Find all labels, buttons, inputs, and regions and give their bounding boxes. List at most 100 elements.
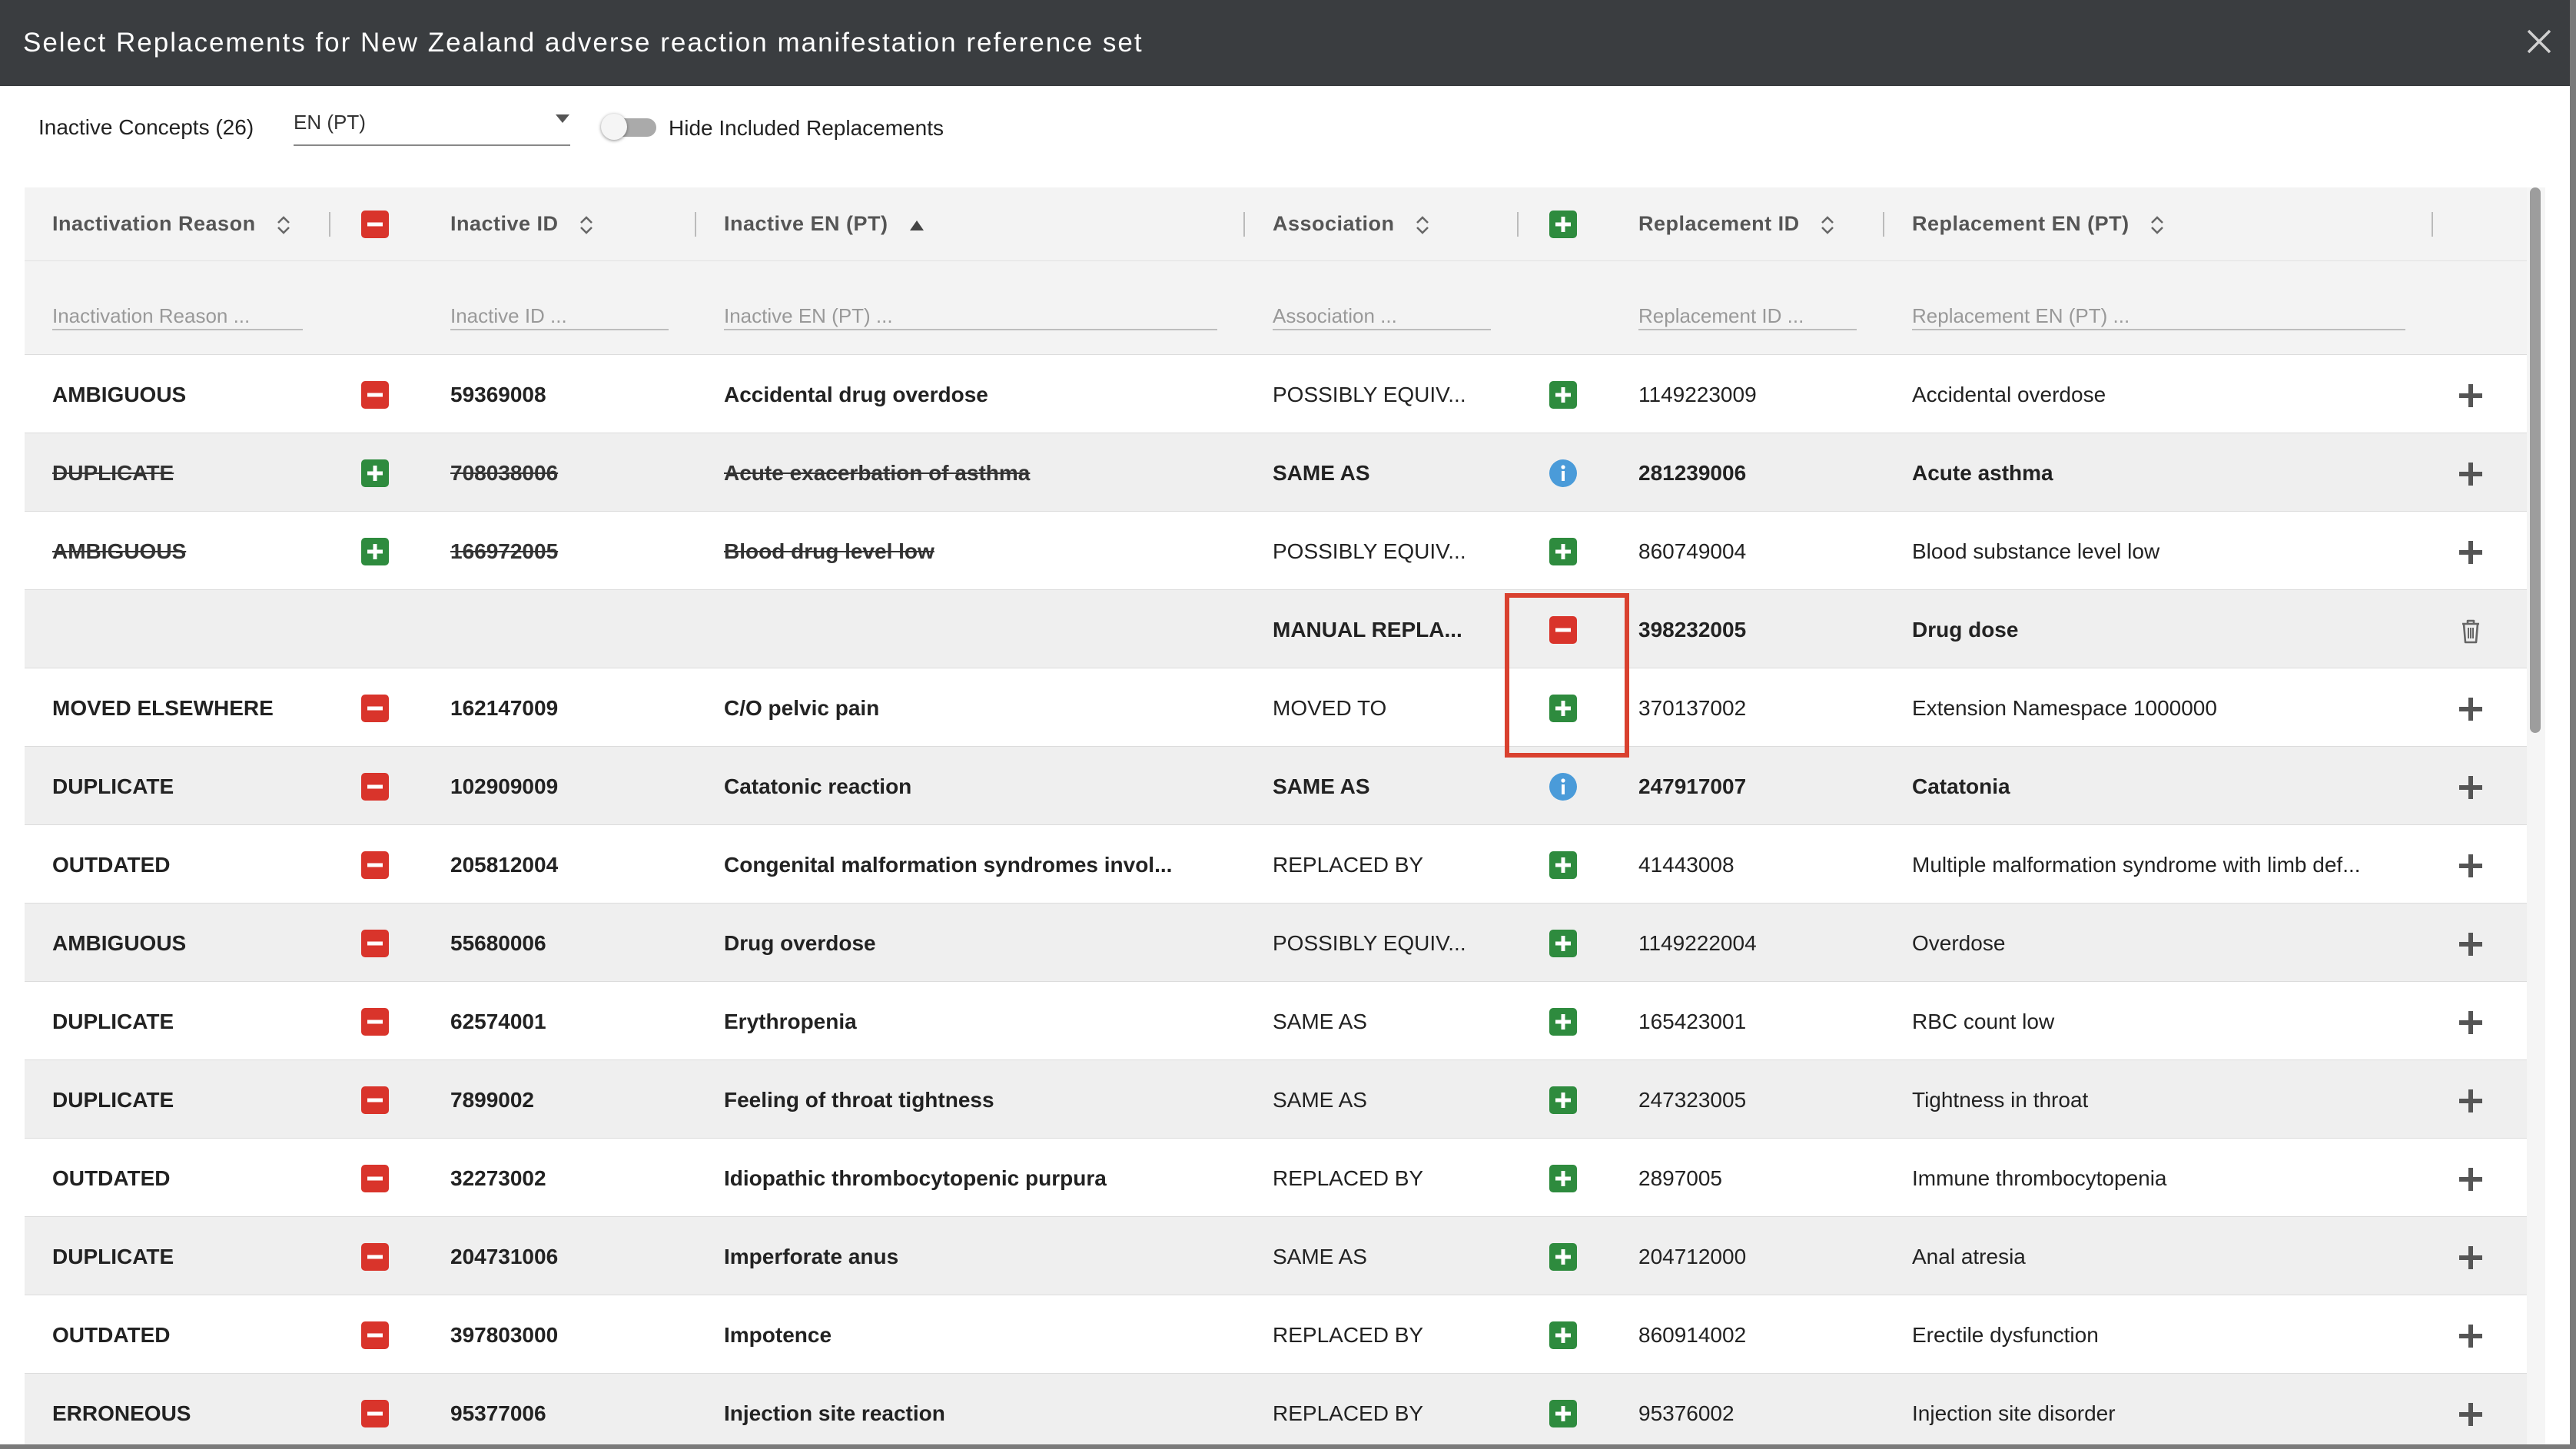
remove-icon[interactable] — [361, 1008, 389, 1036]
table-row[interactable]: MOVED ELSEWHERE 162147009 C/O pelvic pain M… — [25, 668, 2527, 747]
remove-icon[interactable] — [361, 773, 389, 801]
col-association-label: Association — [1273, 212, 1395, 235]
close-icon[interactable] — [2522, 25, 2556, 58]
inactive-id-cell: 32273002 — [450, 1166, 546, 1190]
inactive-en-cell: Feeling of throat tightness — [724, 1088, 994, 1112]
hide-included-label: Hide Included Replacements — [669, 116, 944, 140]
col-inactive-id[interactable]: Inactive ID — [450, 212, 594, 236]
filter-association[interactable] — [1273, 303, 1491, 330]
inactive-id-cell: 204731006 — [450, 1245, 559, 1268]
table-row[interactable]: MANUAL REPLA... 398232005 Drug dose — [25, 590, 2527, 668]
add-replacement-icon[interactable] — [2456, 851, 2485, 880]
trash-icon[interactable] — [2456, 616, 2485, 645]
add-replacement-icon[interactable] — [2456, 773, 2485, 802]
info-icon[interactable] — [1549, 773, 1577, 801]
col-association[interactable]: Association — [1273, 212, 1430, 236]
add-replacement-icon[interactable] — [2456, 381, 2485, 410]
inactive-id-cell: 205812004 — [450, 853, 559, 877]
inactive-id-cell: 95377006 — [450, 1401, 546, 1425]
remove-icon[interactable] — [361, 1400, 389, 1427]
filter-inactive-en[interactable] — [724, 303, 1217, 330]
include-replacement-icon[interactable] — [1549, 695, 1577, 722]
table-row[interactable]: AMBIGUOUS 55680006 Drug overdose POSSIBLY E… — [25, 904, 2527, 982]
include-replacement-icon[interactable] — [1549, 1243, 1577, 1271]
add-replacement-icon[interactable] — [2456, 1400, 2485, 1429]
association-cell: REPLACED BY — [1273, 1166, 1424, 1190]
remove-icon[interactable] — [361, 930, 389, 957]
remove-icon[interactable] — [361, 381, 389, 409]
add-icon[interactable] — [361, 459, 389, 487]
info-icon[interactable] — [1549, 459, 1577, 487]
table-row[interactable]: ERRONEOUS 95377006 Injection site reaction… — [25, 1374, 2527, 1444]
col-replacement-en[interactable]: Replacement EN (PT) — [1912, 212, 2165, 236]
remove-icon[interactable] — [361, 851, 389, 879]
caret-down-icon — [556, 114, 569, 123]
include-replacement-icon[interactable] — [1549, 1086, 1577, 1114]
include-replacement-icon[interactable] — [1549, 1400, 1577, 1427]
add-icon[interactable] — [361, 538, 389, 565]
table-row[interactable]: AMBIGUOUS 59369008 Accidental drug overdos… — [25, 355, 2527, 433]
add-replacement-icon[interactable] — [2456, 538, 2485, 567]
hide-included-toggle[interactable] — [601, 114, 656, 140]
include-replacement-icon[interactable] — [1549, 851, 1577, 879]
add-replacement-icon[interactable] — [2456, 695, 2485, 724]
replacements-dialog: Select Replacements for New Zealand adve… — [0, 0, 2570, 1444]
table-body: AMBIGUOUS 59369008 Accidental drug overdos… — [25, 355, 2527, 1444]
col-inactivation-reason[interactable]: Inactivation Reason — [52, 212, 291, 236]
remove-icon[interactable] — [361, 1321, 389, 1349]
include-replacement-icon[interactable] — [1549, 381, 1577, 409]
table-row[interactable]: OUTDATED 205812004 Congenital malformation… — [25, 825, 2527, 904]
filter-inactive-id[interactable] — [450, 303, 669, 330]
remove-icon[interactable] — [361, 1165, 389, 1192]
table-row[interactable]: OUTDATED 397803000 Impotence REPLACED BY 860… — [25, 1295, 2527, 1374]
include-replacement-icon[interactable] — [1549, 1321, 1577, 1349]
include-replacement-icon[interactable] — [1549, 1165, 1577, 1192]
inactive-en-cell: Blood drug level low — [724, 539, 934, 563]
association-cell: MANUAL REPLA... — [1273, 618, 1462, 642]
table-row[interactable]: DUPLICATE 102909009 Catatonic reaction SAME… — [25, 747, 2527, 825]
table-row[interactable]: DUPLICATE 7899002 Feeling of throat tightn… — [25, 1060, 2527, 1139]
add-replacement-icon[interactable] — [2456, 1321, 2485, 1351]
remove-all-icon[interactable] — [361, 211, 389, 238]
replacement-id-cell: 165423001 — [1638, 1010, 1747, 1033]
include-replacement-icon[interactable] — [1549, 1008, 1577, 1036]
replacement-en-cell: Injection site disorder — [1912, 1401, 2116, 1425]
col-replacement-id-label: Replacement ID — [1638, 212, 1800, 235]
replacement-en-cell: Blood substance level low — [1912, 539, 2160, 563]
replacement-id-cell: 41443008 — [1638, 853, 1734, 877]
add-all-icon[interactable] — [1549, 211, 1577, 238]
inactivation-reason-cell: DUPLICATE — [52, 1088, 174, 1112]
include-replacement-icon[interactable] — [1549, 930, 1577, 957]
add-replacement-icon[interactable] — [2456, 1086, 2485, 1116]
inactive-id-cell: 708038006 — [450, 461, 559, 485]
sort-icon — [1416, 216, 1429, 234]
remove-icon[interactable] — [361, 1243, 389, 1271]
inactive-id-cell: 7899002 — [450, 1088, 535, 1112]
table-row[interactable]: DUPLICATE 708038006 Acute exacerbation of … — [25, 433, 2527, 512]
include-replacement-icon[interactable] — [1549, 538, 1577, 565]
table-row[interactable]: DUPLICATE 62574001 Erythropenia SAME AS 1654… — [25, 982, 2527, 1060]
remove-icon[interactable] — [361, 1086, 389, 1114]
filter-replacement-id[interactable] — [1638, 303, 1857, 330]
table-row[interactable]: AMBIGUOUS 166972005 Blood drug level low PO… — [25, 512, 2527, 590]
add-replacement-icon[interactable] — [2456, 1165, 2485, 1194]
replacement-id-cell: 1149222004 — [1638, 931, 1757, 955]
filter-replacement-en[interactable] — [1912, 303, 2405, 330]
add-replacement-icon[interactable] — [2456, 1008, 2485, 1037]
add-replacement-icon[interactable] — [2456, 1243, 2485, 1272]
add-replacement-icon[interactable] — [2456, 459, 2485, 489]
add-replacement-icon[interactable] — [2456, 930, 2485, 959]
remove-replacement-icon[interactable] — [1549, 616, 1577, 644]
language-select[interactable]: EN (PT) — [294, 108, 570, 146]
replacement-id-cell: 860749004 — [1638, 539, 1747, 563]
inactivation-reason-cell: DUPLICATE — [52, 461, 174, 485]
language-select-value: EN (PT) — [294, 111, 366, 134]
table-row[interactable]: DUPLICATE 204731006 Imperforate anus SAME A… — [25, 1217, 2527, 1295]
remove-icon[interactable] — [361, 695, 389, 722]
col-inactive-en[interactable]: Inactive EN (PT) — [724, 212, 925, 236]
col-replacement-id[interactable]: Replacement ID — [1638, 212, 1835, 236]
column-separator — [1883, 212, 1884, 237]
table-row[interactable]: OUTDATED 32273002 Idiopathic thrombocytope… — [25, 1139, 2527, 1217]
scrollbar-thumb[interactable] — [2530, 187, 2541, 733]
filter-inactivation-reason[interactable] — [52, 303, 303, 330]
